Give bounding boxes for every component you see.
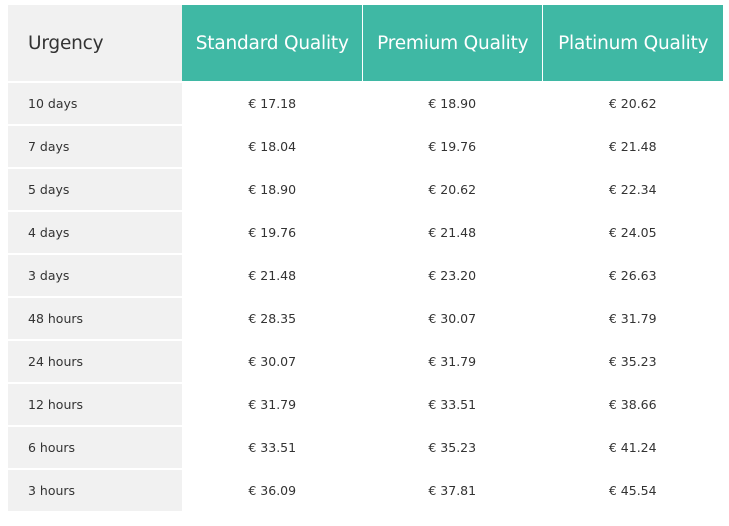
urgency-cell: 4 days <box>8 210 183 253</box>
premium-price-cell: € 35.23 <box>361 425 543 468</box>
standard-price-cell: € 19.76 <box>182 210 362 253</box>
table-row: 3 hours € 36.09 € 37.81 € 45.54 <box>8 468 723 511</box>
premium-quality-header: Premium Quality <box>361 5 543 81</box>
premium-price-cell: € 19.76 <box>361 124 543 167</box>
urgency-cell: 12 hours <box>8 382 183 425</box>
platinum-price-cell: € 35.23 <box>542 339 723 382</box>
platinum-price-cell: € 22.34 <box>542 167 723 210</box>
table-row: 3 days € 21.48 € 23.20 € 26.63 <box>8 253 723 296</box>
standard-price-cell: € 21.48 <box>182 253 362 296</box>
platinum-price-cell: € 31.79 <box>542 296 723 339</box>
urgency-column-header: Urgency <box>8 5 183 81</box>
standard-price-cell: € 18.90 <box>182 167 362 210</box>
table-row: 5 days € 18.90 € 20.62 € 22.34 <box>8 167 723 210</box>
platinum-price-cell: € 20.62 <box>542 81 723 124</box>
premium-price-cell: € 18.90 <box>361 81 543 124</box>
platinum-price-cell: € 24.05 <box>542 210 723 253</box>
standard-price-cell: € 31.79 <box>182 382 362 425</box>
standard-quality-header: Standard Quality <box>182 5 362 81</box>
standard-price-cell: € 36.09 <box>182 468 362 511</box>
urgency-cell: 3 hours <box>8 468 183 511</box>
premium-price-cell: € 21.48 <box>361 210 543 253</box>
standard-price-cell: € 18.04 <box>182 124 362 167</box>
platinum-price-cell: € 41.24 <box>542 425 723 468</box>
premium-price-cell: € 23.20 <box>361 253 543 296</box>
urgency-cell: 24 hours <box>8 339 183 382</box>
pricing-table: Urgency Standard Quality Premium Quality… <box>8 5 723 511</box>
platinum-price-cell: € 21.48 <box>542 124 723 167</box>
urgency-cell: 7 days <box>8 124 183 167</box>
standard-price-cell: € 28.35 <box>182 296 362 339</box>
urgency-cell: 3 days <box>8 253 183 296</box>
table-row: 4 days € 19.76 € 21.48 € 24.05 <box>8 210 723 253</box>
standard-price-cell: € 33.51 <box>182 425 362 468</box>
premium-price-cell: € 33.51 <box>361 382 543 425</box>
platinum-price-cell: € 38.66 <box>542 382 723 425</box>
urgency-cell: 5 days <box>8 167 183 210</box>
table-row: 7 days € 18.04 € 19.76 € 21.48 <box>8 124 723 167</box>
table-header-row: Urgency Standard Quality Premium Quality… <box>8 5 723 81</box>
standard-price-cell: € 30.07 <box>182 339 362 382</box>
premium-price-cell: € 20.62 <box>361 167 543 210</box>
table-row: 24 hours € 30.07 € 31.79 € 35.23 <box>8 339 723 382</box>
table-row: 10 days € 17.18 € 18.90 € 20.62 <box>8 81 723 124</box>
urgency-cell: 10 days <box>8 81 183 124</box>
urgency-cell: 48 hours <box>8 296 183 339</box>
standard-price-cell: € 17.18 <box>182 81 362 124</box>
premium-price-cell: € 31.79 <box>361 339 543 382</box>
platinum-quality-header: Platinum Quality <box>542 5 723 81</box>
premium-price-cell: € 30.07 <box>361 296 543 339</box>
table-row: 48 hours € 28.35 € 30.07 € 31.79 <box>8 296 723 339</box>
platinum-price-cell: € 26.63 <box>542 253 723 296</box>
table-row: 6 hours € 33.51 € 35.23 € 41.24 <box>8 425 723 468</box>
urgency-cell: 6 hours <box>8 425 183 468</box>
platinum-price-cell: € 45.54 <box>542 468 723 511</box>
premium-price-cell: € 37.81 <box>361 468 543 511</box>
table-row: 12 hours € 31.79 € 33.51 € 38.66 <box>8 382 723 425</box>
